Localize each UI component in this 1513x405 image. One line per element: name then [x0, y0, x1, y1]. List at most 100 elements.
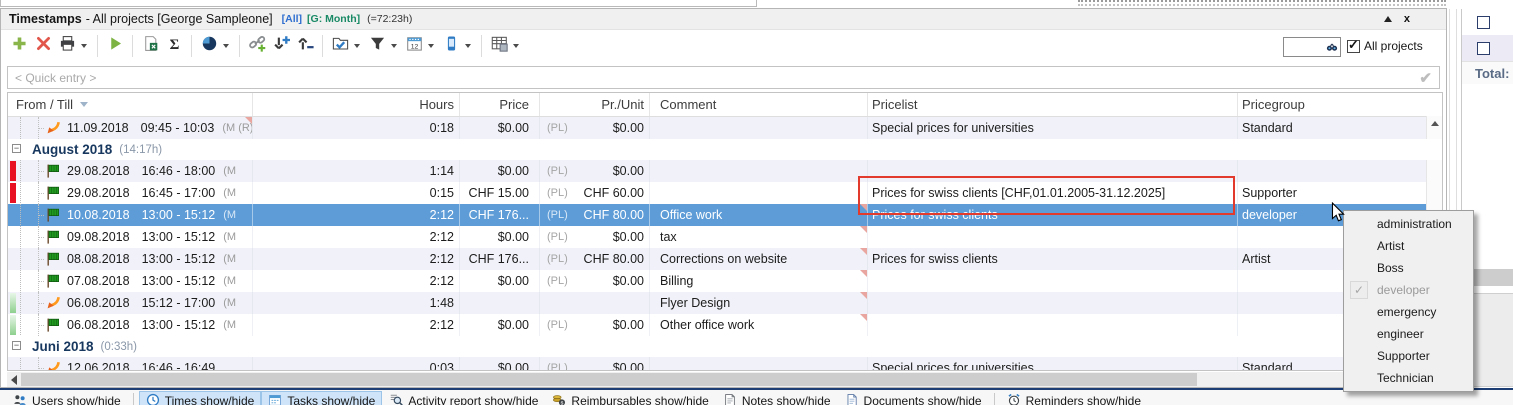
- cell-price[interactable]: CHF 176...: [460, 204, 540, 226]
- quick-entry-input[interactable]: < Quick entry > ✔: [7, 66, 1440, 89]
- context-menu-item-boss[interactable]: Boss: [1344, 257, 1473, 279]
- cell-hours[interactable]: 0:18: [253, 117, 460, 139]
- cell-price-unit[interactable]: (PL)$0.00: [540, 226, 650, 248]
- cell-price-unit[interactable]: (PL)$0.00: [540, 314, 650, 336]
- dropdown-caret-icon[interactable]: [465, 44, 471, 48]
- scrollbar-thumb[interactable]: [21, 373, 1197, 386]
- context-menu-item-artist[interactable]: Artist: [1344, 235, 1473, 257]
- scroll-left-icon[interactable]: [11, 375, 17, 385]
- table-save-button[interactable]: [488, 35, 510, 57]
- context-menu-item-engineer[interactable]: engineer: [1344, 323, 1473, 345]
- arrow-down-plus-button[interactable]: [270, 35, 292, 57]
- cell-pricelist[interactable]: [868, 226, 1238, 248]
- search-box[interactable]: [1283, 37, 1341, 57]
- cell-comment[interactable]: Flyer Design: [650, 292, 868, 314]
- times-show-hide-button[interactable]: Times show/hide: [139, 391, 262, 405]
- documents-show-hide-button[interactable]: Documents show/hide: [838, 391, 989, 405]
- cell-price[interactable]: $0.00: [460, 270, 540, 292]
- cell-comment[interactable]: Corrections on website: [650, 248, 868, 270]
- cell-price-unit[interactable]: (PL)CHF 60.00: [540, 182, 650, 204]
- cell-price[interactable]: $0.00: [460, 314, 540, 336]
- dropdown-caret-icon[interactable]: [81, 44, 87, 48]
- add-button[interactable]: [8, 35, 30, 57]
- cell-pricegroup[interactable]: [1238, 160, 1426, 182]
- cell-hours[interactable]: 2:12: [253, 226, 460, 248]
- cell-price[interactable]: $0.00: [460, 357, 540, 371]
- cell-from-till[interactable]: 06.08.201813:00 - 15:12(M: [8, 314, 253, 336]
- cell-comment[interactable]: [650, 357, 868, 371]
- cell-comment[interactable]: Billing: [650, 270, 868, 292]
- activity-report-show-hide-button[interactable]: Activity report show/hide: [382, 391, 545, 405]
- cell-comment[interactable]: [650, 117, 868, 139]
- dropdown-caret-icon[interactable]: [223, 44, 229, 48]
- horizontal-scrollbar[interactable]: [7, 372, 1443, 387]
- dropdown-caret-icon[interactable]: [354, 44, 360, 48]
- side-checkbox[interactable]: [1477, 16, 1490, 29]
- table-row[interactable]: 08.08.201813:00 - 15:12(M2:12CHF 176...(…: [8, 248, 1442, 270]
- cell-price-unit[interactable]: (PL)CHF 80.00: [540, 248, 650, 270]
- collapse-panel-icon[interactable]: [1384, 16, 1392, 22]
- cell-from-till[interactable]: 07.08.201813:00 - 15:12(M: [8, 270, 253, 292]
- cell-pricelist[interactable]: Special prices for universities: [868, 357, 1238, 371]
- cell-hours[interactable]: 0:15: [253, 182, 460, 204]
- context-menu-item-technician[interactable]: Technician: [1344, 367, 1473, 389]
- column-header-pricelist[interactable]: Pricelist: [868, 93, 1238, 116]
- cell-hours[interactable]: 1:14: [253, 160, 460, 182]
- users-show-hide-button[interactable]: Users show/hide: [6, 391, 128, 405]
- table-row[interactable]: 11.09.201809:45 - 10:03(M (R)0:18$0.00(P…: [8, 117, 1442, 139]
- dropdown-caret-icon[interactable]: [391, 44, 397, 48]
- cell-comment[interactable]: Other office work: [650, 314, 868, 336]
- sort-filter-icon[interactable]: [80, 102, 88, 107]
- context-menu-item-supporter[interactable]: Supporter: [1344, 345, 1473, 367]
- cell-pricelist[interactable]: Prices for swiss clients: [868, 248, 1238, 270]
- reminders-show-hide-button[interactable]: Reminders show/hide: [1000, 391, 1148, 405]
- column-header-hours[interactable]: Hours: [253, 93, 460, 116]
- context-menu-item-administration[interactable]: administration: [1344, 213, 1473, 235]
- column-header-comment[interactable]: Comment: [650, 93, 868, 116]
- dropdown-caret-icon[interactable]: [428, 44, 434, 48]
- side-checkbox[interactable]: [1477, 42, 1490, 55]
- quick-entry-confirm-icon[interactable]: ✔: [1419, 69, 1432, 87]
- cell-pricelist[interactable]: [868, 270, 1238, 292]
- print-button[interactable]: [56, 35, 78, 57]
- column-header-from-till[interactable]: From / Till: [8, 93, 253, 116]
- cell-from-till[interactable]: 12.06.201816:46 - 16:49: [8, 357, 253, 371]
- cell-price-unit[interactable]: (PL)$0.00: [540, 270, 650, 292]
- dropdown-caret-icon[interactable]: [513, 44, 519, 48]
- notes-show-hide-button[interactable]: Notes show/hide: [716, 391, 838, 405]
- cell-price-unit[interactable]: (PL)CHF 80.00: [540, 204, 650, 226]
- all-projects-toggle[interactable]: ✓ All projects: [1347, 39, 1423, 53]
- search-input[interactable]: [1286, 38, 1326, 56]
- cell-hours[interactable]: 2:12: [253, 270, 460, 292]
- link-add-button[interactable]: [246, 35, 268, 57]
- table-group-row[interactable]: −Juni 2018(0:33h): [8, 336, 1442, 357]
- filter-button[interactable]: [366, 35, 388, 57]
- all-projects-checkbox[interactable]: ✓: [1347, 40, 1360, 53]
- cell-comment[interactable]: [650, 182, 868, 204]
- cell-from-till[interactable]: 11.09.201809:45 - 10:03(M (R): [8, 117, 253, 139]
- table-group-row[interactable]: −August 2018(14:17h): [8, 139, 1442, 160]
- close-panel-icon[interactable]: x: [1404, 14, 1410, 24]
- context-menu-item-emergency[interactable]: emergency: [1344, 301, 1473, 323]
- cell-pricegroup[interactable]: Supporter: [1238, 182, 1426, 204]
- table-row[interactable]: 07.08.201813:00 - 15:12(M2:12$0.00(PL)$0…: [8, 270, 1442, 292]
- excel-export-button[interactable]: [139, 35, 161, 57]
- cell-from-till[interactable]: 08.08.201813:00 - 15:12(M: [8, 248, 253, 270]
- cell-from-till[interactable]: 09.08.201813:00 - 15:12(M: [8, 226, 253, 248]
- reimbursables-show-hide-button[interactable]: $Reimbursables show/hide: [545, 391, 715, 405]
- cell-price[interactable]: CHF 176...: [460, 248, 540, 270]
- cell-price-unit[interactable]: (PL)$0.00: [540, 160, 650, 182]
- table-row[interactable]: 06.08.201813:00 - 15:12(M2:12$0.00(PL)$0…: [8, 314, 1442, 336]
- cell-price[interactable]: $0.00: [460, 117, 540, 139]
- device-button[interactable]: [440, 35, 462, 57]
- collapse-group-icon[interactable]: −: [12, 341, 21, 350]
- cell-price[interactable]: $0.00: [460, 226, 540, 248]
- cell-pricelist[interactable]: [868, 292, 1238, 314]
- tasks-show-hide-button[interactable]: Tasks show/hide: [261, 391, 382, 405]
- cell-from-till[interactable]: 06.08.201815:12 - 17:00(M: [8, 292, 253, 314]
- play-button[interactable]: [104, 35, 126, 57]
- cell-hours[interactable]: 1:48: [253, 292, 460, 314]
- calendar-button[interactable]: 12: [403, 35, 425, 57]
- context-menu-item-developer[interactable]: ✓developer: [1344, 279, 1473, 301]
- column-header-pricegroup[interactable]: Pricegroup: [1238, 93, 1426, 116]
